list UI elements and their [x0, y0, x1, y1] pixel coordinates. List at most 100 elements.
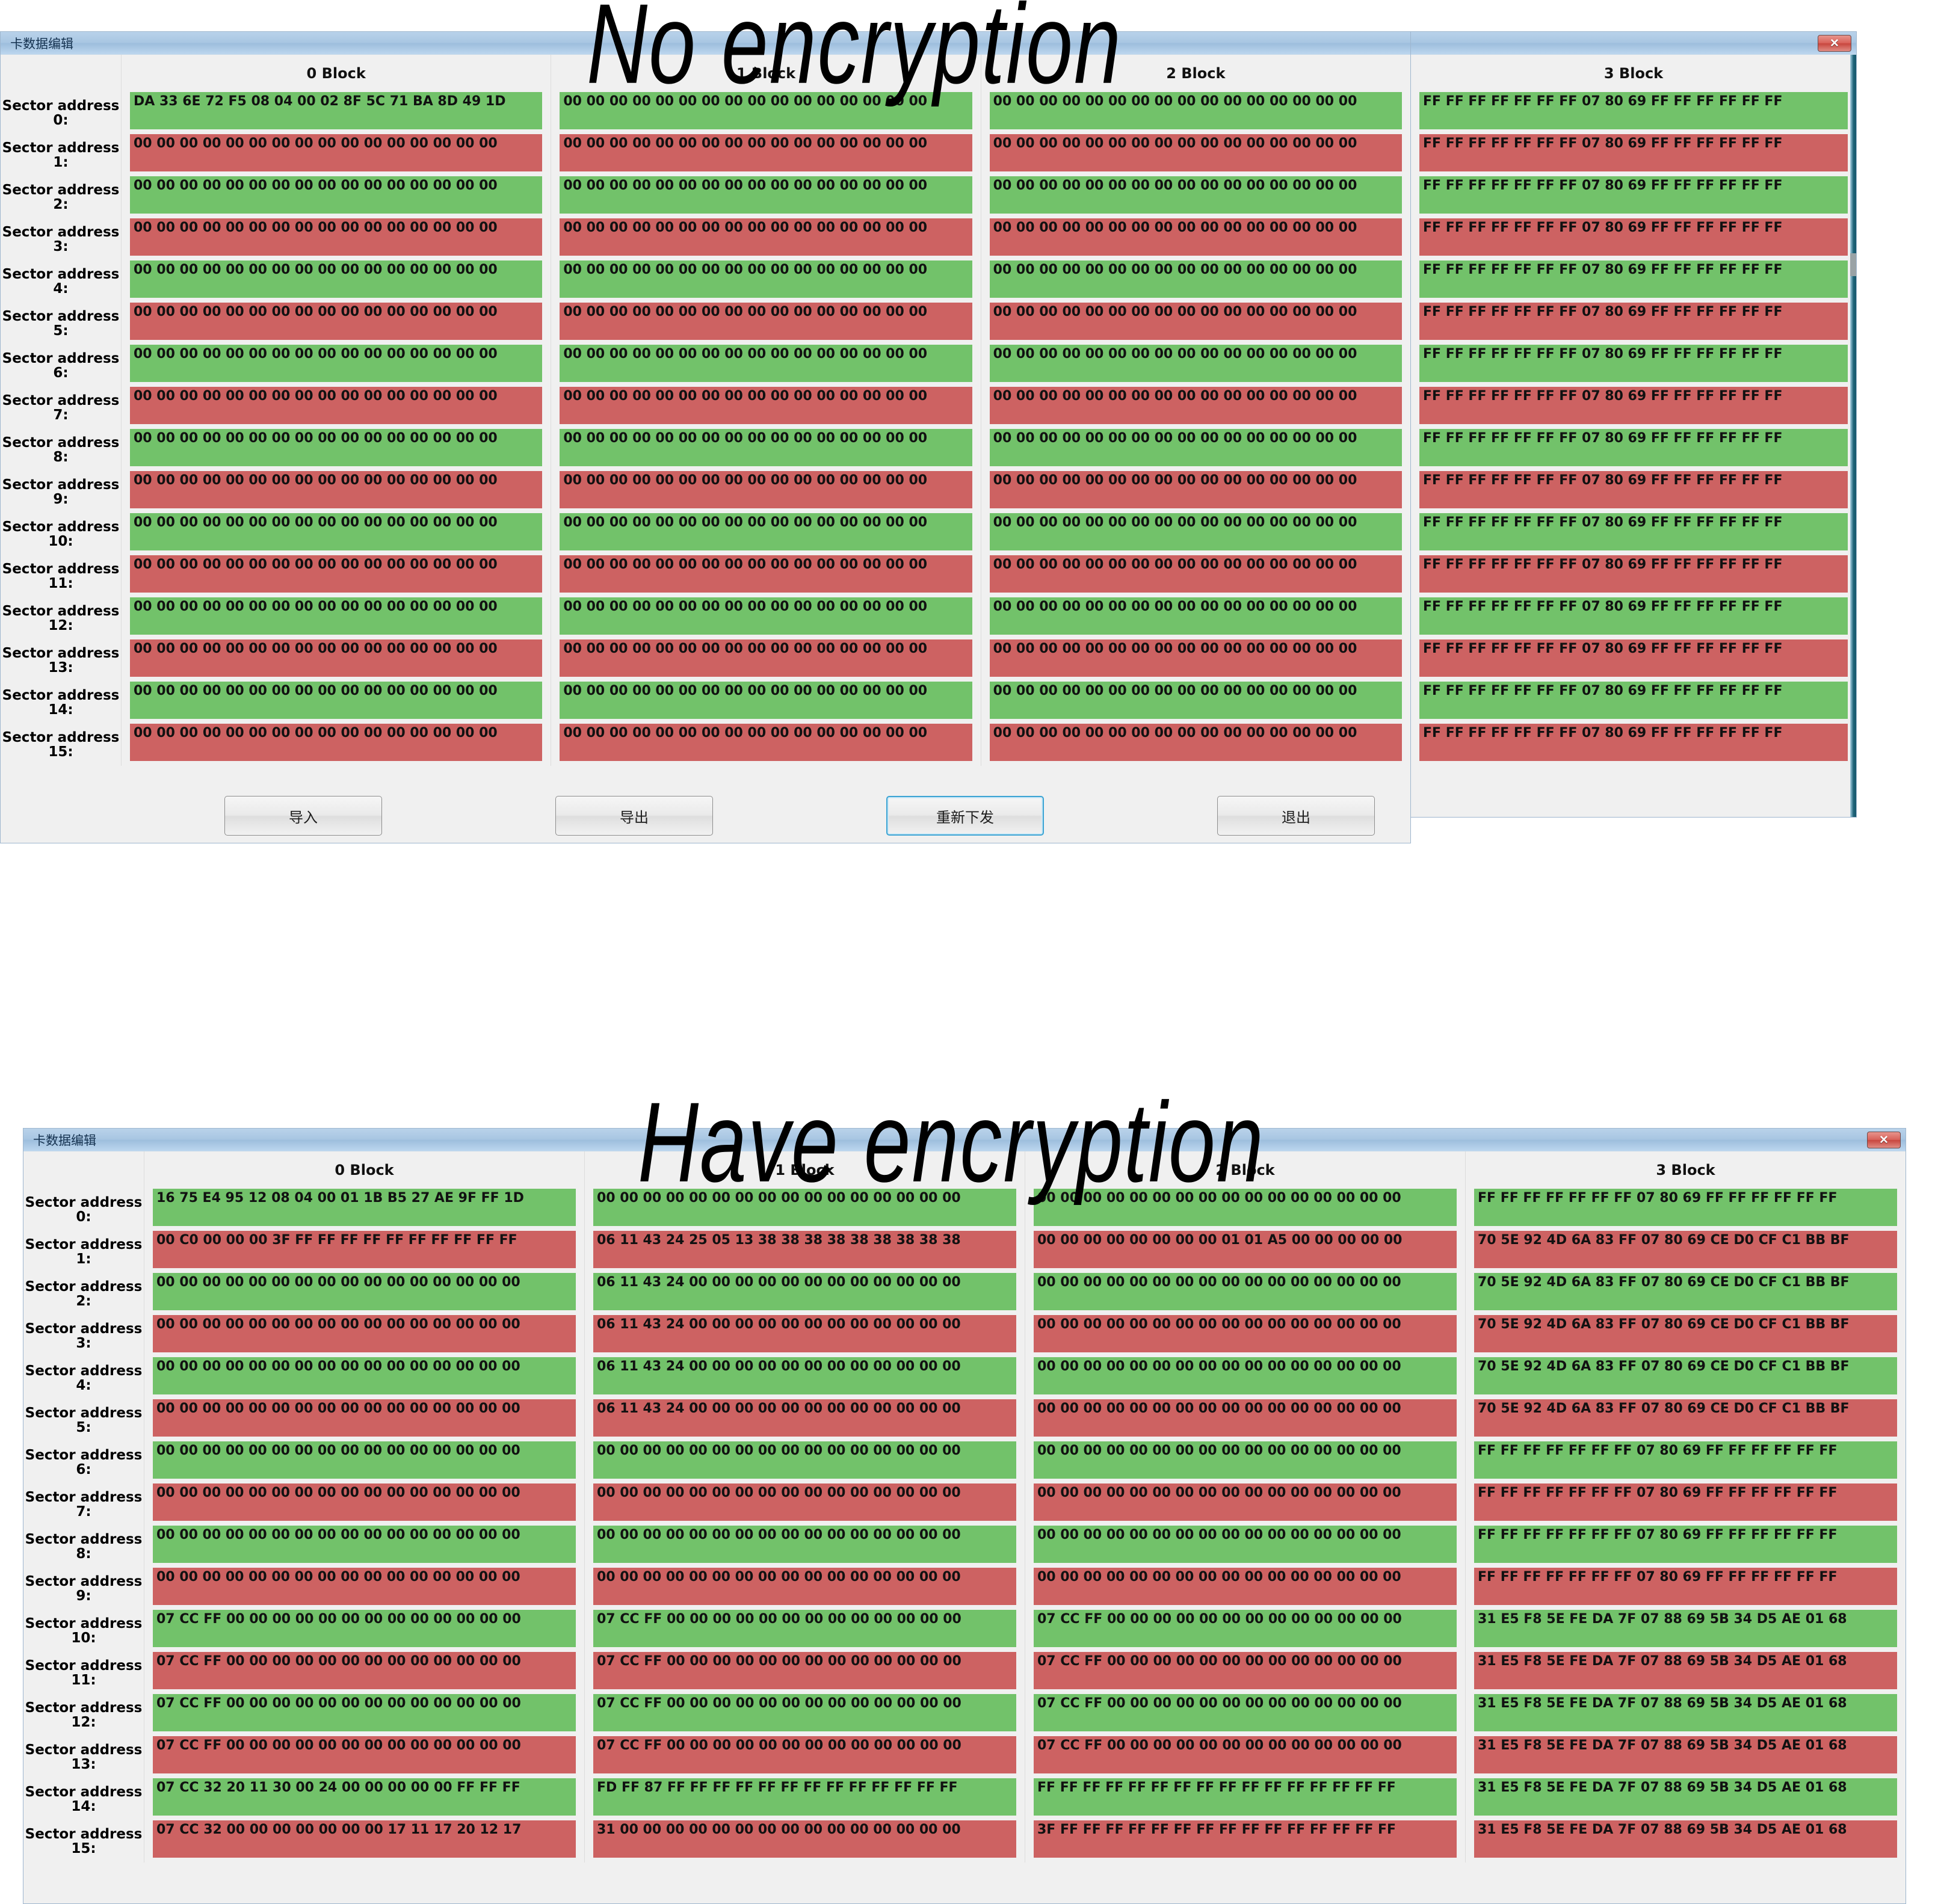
hex-data-cell[interactable]: 00 00 00 00 00 00 00 00 00 00 00 00 00 0… — [130, 639, 543, 677]
hex-data-cell[interactable]: 00 00 00 00 00 00 00 00 00 00 00 00 00 0… — [153, 1441, 576, 1479]
hex-data-cell[interactable]: 00 00 00 00 00 00 00 00 00 00 00 00 00 0… — [130, 134, 543, 171]
hex-data-cell[interactable]: FF FF FF FF FF FF FF 07 80 69 FF FF FF F… — [1419, 345, 1848, 382]
hex-data-cell[interactable]: 00 00 00 00 00 00 00 00 00 00 00 00 00 0… — [560, 176, 972, 214]
hex-data-cell[interactable]: 00 00 00 00 00 00 00 00 00 00 00 00 00 0… — [989, 134, 1402, 171]
hex-data-cell[interactable]: 00 00 00 00 00 00 00 00 00 00 00 00 00 0… — [153, 1315, 576, 1352]
exit-button[interactable]: 退出 — [1217, 796, 1375, 836]
hex-data-cell[interactable]: 70 5E 92 4D 6A 83 FF 07 80 69 CE D0 CF C… — [1474, 1315, 1897, 1352]
hex-data-cell[interactable]: 00 00 00 00 00 00 00 00 00 00 00 00 00 0… — [989, 218, 1402, 256]
window-right-edge-scrollbar[interactable] — [1850, 55, 1856, 817]
hex-data-cell[interactable]: 06 11 43 24 00 00 00 00 00 00 00 00 00 0… — [593, 1315, 1016, 1352]
hex-data-cell[interactable]: FF FF FF FF FF FF FF 07 80 69 FF FF FF F… — [1419, 176, 1848, 214]
hex-data-cell[interactable]: 00 00 00 00 00 00 00 00 00 00 00 00 00 0… — [560, 387, 972, 424]
hex-data-cell[interactable]: DA 33 6E 72 F5 08 04 00 02 8F 5C 71 BA 8… — [130, 92, 543, 129]
hex-data-cell[interactable]: 00 00 00 00 00 00 00 00 00 00 00 00 00 0… — [130, 303, 543, 340]
hex-data-cell[interactable]: 07 CC 32 00 00 00 00 00 00 00 17 11 17 2… — [153, 1820, 576, 1858]
hex-data-cell[interactable]: 00 00 00 00 00 00 00 00 00 00 00 00 00 0… — [130, 345, 543, 382]
hex-data-cell[interactable]: FF FF FF FF FF FF FF 07 80 69 FF FF FF F… — [1419, 303, 1848, 340]
hex-data-cell[interactable]: 70 5E 92 4D 6A 83 FF 07 80 69 CE D0 CF C… — [1474, 1231, 1897, 1268]
hex-data-cell[interactable]: 31 00 00 00 00 00 00 00 00 00 00 00 00 0… — [593, 1820, 1016, 1858]
hex-data-cell[interactable]: FF FF FF FF FF FF FF 07 80 69 FF FF FF F… — [1419, 92, 1848, 129]
hex-data-cell[interactable]: 31 E5 F8 5E FE DA 7F 07 88 69 5B 34 D5 A… — [1474, 1820, 1897, 1858]
hex-data-cell[interactable]: 00 00 00 00 00 00 00 00 00 00 00 00 00 0… — [153, 1399, 576, 1437]
hex-data-cell[interactable]: FF FF FF FF FF FF FF 07 80 69 FF FF FF F… — [1419, 555, 1848, 593]
hex-data-cell[interactable]: FF FF FF FF FF FF FF 07 80 69 FF FF FF F… — [1419, 682, 1848, 719]
hex-data-cell[interactable]: 00 00 00 00 00 00 00 00 00 00 00 00 00 0… — [989, 597, 1402, 635]
hex-data-cell[interactable]: 00 00 00 00 00 00 00 00 00 00 00 00 00 0… — [593, 1526, 1016, 1563]
hex-data-cell[interactable]: 07 CC FF 00 00 00 00 00 00 00 00 00 00 0… — [1034, 1610, 1457, 1647]
import-button[interactable]: 导入 — [224, 796, 382, 836]
hex-data-cell[interactable]: FF FF FF FF FF FF FF 07 80 69 FF FF FF F… — [1474, 1568, 1897, 1605]
hex-data-cell[interactable]: 06 11 43 24 00 00 00 00 00 00 00 00 00 0… — [593, 1273, 1016, 1310]
hex-data-cell[interactable]: 00 C0 00 00 00 3F FF FF FF FF FF FF FF F… — [153, 1231, 576, 1268]
hex-data-cell[interactable]: 00 00 00 00 00 00 00 00 00 00 00 00 00 0… — [1034, 1399, 1457, 1437]
hex-data-cell[interactable]: 31 E5 F8 5E FE DA 7F 07 88 69 5B 34 D5 A… — [1474, 1694, 1897, 1731]
hex-data-cell[interactable]: 31 E5 F8 5E FE DA 7F 07 88 69 5B 34 D5 A… — [1474, 1778, 1897, 1816]
hex-data-cell[interactable]: 3F FF FF FF FF FF FF FF FF FF FF FF FF F… — [1034, 1820, 1457, 1858]
hex-data-cell[interactable]: 00 00 00 00 00 00 00 00 00 00 00 00 00 0… — [989, 471, 1402, 508]
hex-data-cell[interactable]: 00 00 00 00 00 00 00 00 01 01 A5 00 00 0… — [1034, 1231, 1457, 1268]
hex-data-cell[interactable]: 00 00 00 00 00 00 00 00 00 00 00 00 00 0… — [989, 639, 1402, 677]
hex-data-cell[interactable]: 00 00 00 00 00 00 00 00 00 00 00 00 00 0… — [1034, 1357, 1457, 1394]
hex-data-cell[interactable]: 00 00 00 00 00 00 00 00 00 00 00 00 00 0… — [153, 1526, 576, 1563]
hex-data-cell[interactable]: 00 00 00 00 00 00 00 00 00 00 00 00 00 0… — [1034, 1273, 1457, 1310]
hex-data-cell[interactable]: 00 00 00 00 00 00 00 00 00 00 00 00 00 0… — [130, 260, 543, 298]
hex-data-cell[interactable]: 00 00 00 00 00 00 00 00 00 00 00 00 00 0… — [130, 387, 543, 424]
titlebar-have-encryption[interactable]: 卡数据编辑 ✕ — [23, 1129, 1906, 1151]
scrollbar-thumb[interactable] — [1850, 253, 1856, 276]
hex-data-cell[interactable]: 00 00 00 00 00 00 00 00 00 00 00 00 00 0… — [593, 1189, 1016, 1226]
hex-data-cell[interactable]: FF FF FF FF FF FF FF 07 80 69 FF FF FF F… — [1419, 134, 1848, 171]
hex-data-cell[interactable]: 00 00 00 00 00 00 00 00 00 00 00 00 00 0… — [560, 303, 972, 340]
hex-data-cell[interactable]: FF FF FF FF FF FF FF 07 80 69 FF FF FF F… — [1474, 1189, 1897, 1226]
hex-data-cell[interactable]: 07 CC FF 00 00 00 00 00 00 00 00 00 00 0… — [593, 1610, 1016, 1647]
hex-data-cell[interactable]: 70 5E 92 4D 6A 83 FF 07 80 69 CE D0 CF C… — [1474, 1273, 1897, 1310]
hex-data-cell[interactable]: 00 00 00 00 00 00 00 00 00 00 00 00 00 0… — [1034, 1483, 1457, 1521]
hex-data-cell[interactable]: 00 00 00 00 00 00 00 00 00 00 00 00 00 0… — [989, 429, 1402, 466]
hex-data-cell[interactable]: FF FF FF FF FF FF FF 07 80 69 FF FF FF F… — [1419, 260, 1848, 298]
hex-data-cell[interactable]: 00 00 00 00 00 00 00 00 00 00 00 00 00 0… — [153, 1357, 576, 1394]
hex-data-cell[interactable]: 00 00 00 00 00 00 00 00 00 00 00 00 00 0… — [560, 429, 972, 466]
hex-data-cell[interactable]: 00 00 00 00 00 00 00 00 00 00 00 00 00 0… — [560, 555, 972, 593]
hex-data-cell[interactable]: 00 00 00 00 00 00 00 00 00 00 00 00 00 0… — [989, 682, 1402, 719]
hex-data-cell[interactable]: 00 00 00 00 00 00 00 00 00 00 00 00 00 0… — [153, 1568, 576, 1605]
reissue-button[interactable]: 重新下发 — [886, 796, 1044, 836]
titlebar-no-encryption-right[interactable]: ✕ — [1411, 32, 1856, 55]
hex-data-cell[interactable]: 00 00 00 00 00 00 00 00 00 00 00 00 00 0… — [1034, 1441, 1457, 1479]
hex-data-cell[interactable]: FF FF FF FF FF FF FF 07 80 69 FF FF FF F… — [1419, 724, 1848, 761]
hex-data-cell[interactable]: 07 CC FF 00 00 00 00 00 00 00 00 00 00 0… — [153, 1610, 576, 1647]
hex-data-cell[interactable]: 00 00 00 00 00 00 00 00 00 00 00 00 00 0… — [560, 92, 972, 129]
hex-data-cell[interactable]: 00 00 00 00 00 00 00 00 00 00 00 00 00 0… — [560, 134, 972, 171]
close-icon-2[interactable]: ✕ — [1867, 1132, 1901, 1148]
hex-data-cell[interactable]: 00 00 00 00 00 00 00 00 00 00 00 00 00 0… — [560, 471, 972, 508]
hex-data-cell[interactable]: 07 CC 32 20 11 30 00 24 00 00 00 00 00 F… — [153, 1778, 576, 1816]
hex-data-cell[interactable]: FF FF FF FF FF FF FF FF FF FF FF FF FF F… — [1034, 1778, 1457, 1816]
hex-data-cell[interactable]: 00 00 00 00 00 00 00 00 00 00 00 00 00 0… — [989, 513, 1402, 550]
hex-data-cell[interactable]: 70 5E 92 4D 6A 83 FF 07 80 69 CE D0 CF C… — [1474, 1357, 1897, 1394]
hex-data-cell[interactable]: 00 00 00 00 00 00 00 00 00 00 00 00 00 0… — [130, 176, 543, 214]
hex-data-cell[interactable]: 00 00 00 00 00 00 00 00 00 00 00 00 00 0… — [130, 471, 543, 508]
hex-data-cell[interactable]: 00 00 00 00 00 00 00 00 00 00 00 00 00 0… — [989, 555, 1402, 593]
hex-data-cell[interactable]: 07 CC FF 00 00 00 00 00 00 00 00 00 00 0… — [1034, 1694, 1457, 1731]
hex-data-cell[interactable]: 07 CC FF 00 00 00 00 00 00 00 00 00 00 0… — [1034, 1652, 1457, 1689]
hex-data-cell[interactable]: 00 00 00 00 00 00 00 00 00 00 00 00 00 0… — [560, 682, 972, 719]
hex-data-cell[interactable]: 00 00 00 00 00 00 00 00 00 00 00 00 00 0… — [130, 429, 543, 466]
hex-data-cell[interactable]: 00 00 00 00 00 00 00 00 00 00 00 00 00 0… — [989, 303, 1402, 340]
hex-data-cell[interactable]: 16 75 E4 95 12 08 04 00 01 1B B5 27 AE 9… — [153, 1189, 576, 1226]
hex-data-cell[interactable]: 00 00 00 00 00 00 00 00 00 00 00 00 00 0… — [1034, 1189, 1457, 1226]
hex-data-cell[interactable]: 00 00 00 00 00 00 00 00 00 00 00 00 00 0… — [130, 724, 543, 761]
hex-data-cell[interactable]: 07 CC FF 00 00 00 00 00 00 00 00 00 00 0… — [593, 1736, 1016, 1773]
hex-data-cell[interactable]: FF FF FF FF FF FF FF 07 80 69 FF FF FF F… — [1419, 471, 1848, 508]
hex-data-cell[interactable]: FF FF FF FF FF FF FF 07 80 69 FF FF FF F… — [1474, 1526, 1897, 1563]
hex-data-cell[interactable]: 00 00 00 00 00 00 00 00 00 00 00 00 00 0… — [153, 1273, 576, 1310]
hex-data-cell[interactable]: 00 00 00 00 00 00 00 00 00 00 00 00 00 0… — [130, 682, 543, 719]
hex-data-cell[interactable]: 07 CC FF 00 00 00 00 00 00 00 00 00 00 0… — [153, 1736, 576, 1773]
hex-data-cell[interactable]: 00 00 00 00 00 00 00 00 00 00 00 00 00 0… — [1034, 1526, 1457, 1563]
hex-data-cell[interactable]: 00 00 00 00 00 00 00 00 00 00 00 00 00 0… — [560, 513, 972, 550]
export-button[interactable]: 导出 — [555, 796, 713, 836]
hex-data-cell[interactable]: 00 00 00 00 00 00 00 00 00 00 00 00 00 0… — [989, 176, 1402, 214]
hex-data-cell[interactable]: 00 00 00 00 00 00 00 00 00 00 00 00 00 0… — [153, 1483, 576, 1521]
hex-data-cell[interactable]: 00 00 00 00 00 00 00 00 00 00 00 00 00 0… — [560, 597, 972, 635]
hex-data-cell[interactable]: 00 00 00 00 00 00 00 00 00 00 00 00 00 0… — [130, 513, 543, 550]
hex-data-cell[interactable]: 00 00 00 00 00 00 00 00 00 00 00 00 00 0… — [989, 724, 1402, 761]
hex-data-cell[interactable]: 00 00 00 00 00 00 00 00 00 00 00 00 00 0… — [130, 597, 543, 635]
